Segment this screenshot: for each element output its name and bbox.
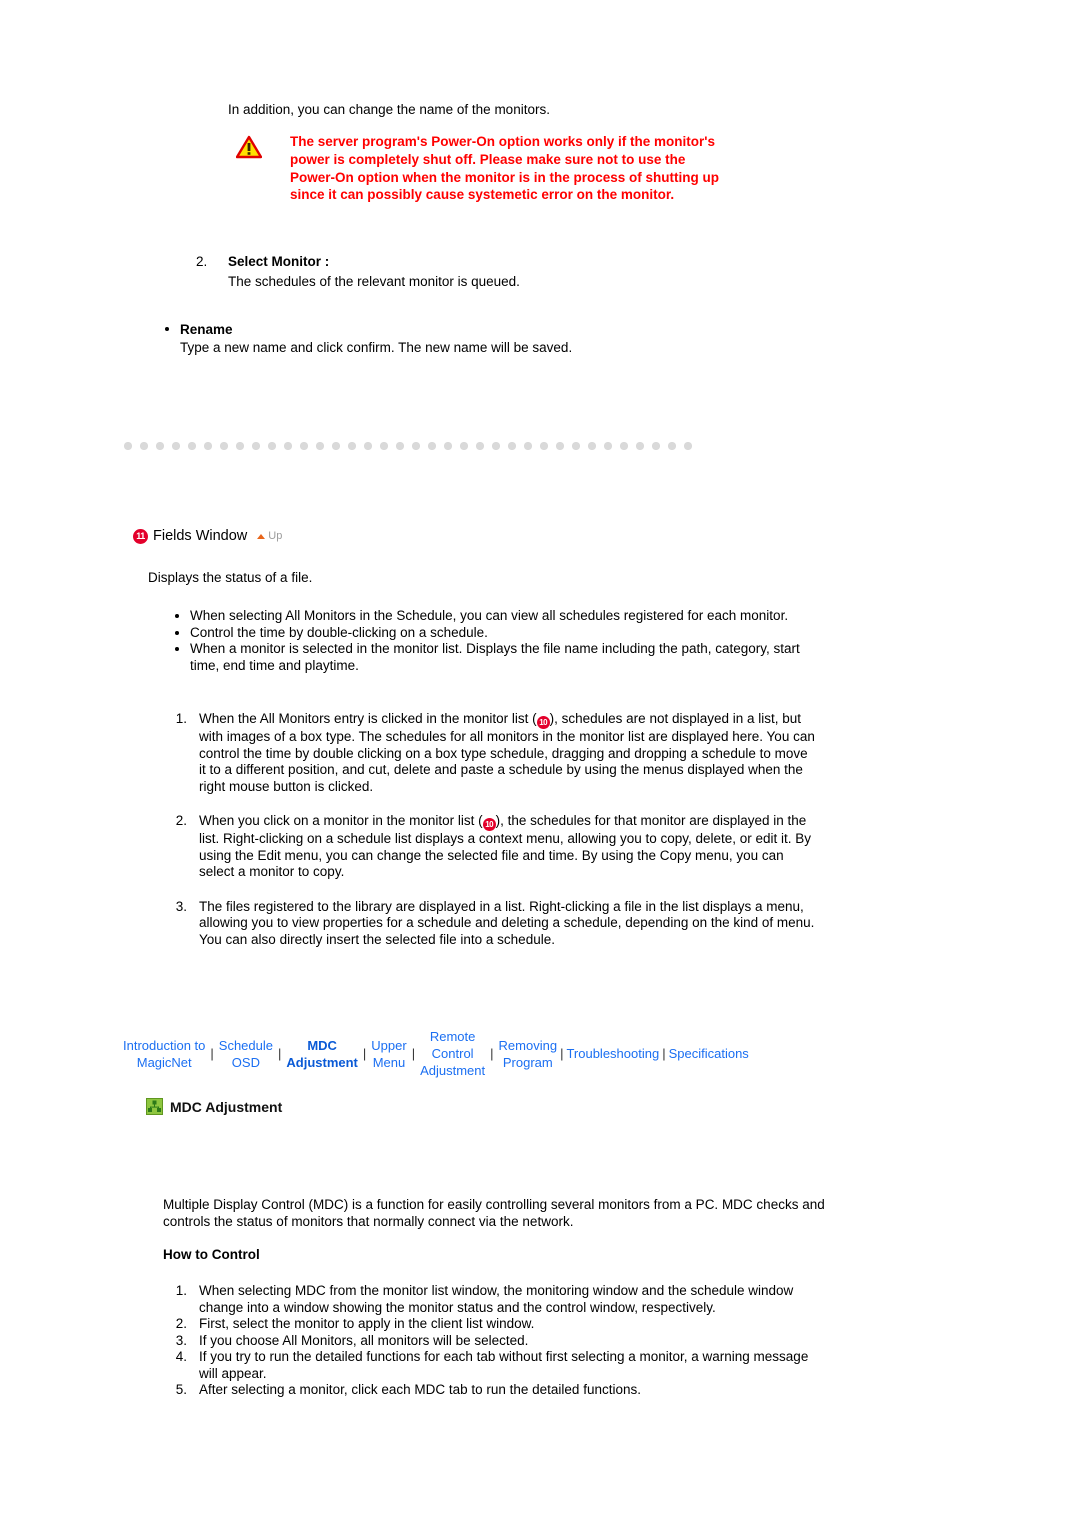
fields-window-heading: 11 Fields Window Up [133, 528, 282, 544]
list-item: 5. After selecting a monitor, click each… [165, 1382, 825, 1399]
list-item: 3. If you choose All Monitors, all monit… [165, 1333, 825, 1350]
nav-link-troubleshooting[interactable]: Troubleshooting [563, 1045, 662, 1062]
mdc-adjustment-label: MDC Adjustment [170, 1098, 283, 1115]
intro-paragraph: In addition, you can change the name of … [228, 102, 550, 117]
list-item-text: If you try to run the detailed functions… [199, 1349, 809, 1381]
nav-link-specifications[interactable]: Specifications [666, 1045, 752, 1062]
list-item-number: 5. [175, 1382, 187, 1397]
list-item-text: When selecting MDC from the monitor list… [199, 1283, 794, 1315]
up-link[interactable]: Up [257, 530, 282, 542]
nav-link-mdc-adjustment[interactable]: MDC Adjustment [283, 1037, 361, 1071]
list-item-text-before: When the All Monitors entry is clicked i… [199, 711, 537, 726]
how-to-control-title: How to Control [163, 1247, 260, 1262]
fields-window-label: Fields Window [153, 528, 248, 544]
rename-title: Rename [180, 322, 233, 337]
list-item: When a monitor is selected in the monito… [168, 641, 808, 674]
list-item: Control the time by double-clicking on a… [168, 625, 808, 642]
list-item-text: When a monitor is selected in the monito… [190, 641, 800, 673]
list-item-text: If you choose All Monitors, all monitors… [199, 1332, 529, 1348]
nav-separator: | [210, 1046, 214, 1061]
fields-window-bullet-list: When selecting All Monitors in the Sched… [168, 608, 808, 674]
fields-window-numbered-list: 1. When the All Monitors entry is clicke… [165, 711, 815, 966]
list-item: 2. First, select the monitor to apply in… [165, 1316, 825, 1333]
document-page: In addition, you can change the name of … [0, 0, 1080, 1528]
select-monitor-description: The schedules of the relevant monitor is… [228, 274, 520, 289]
warning-callout: The server program's Power-On option wor… [235, 133, 720, 204]
mdc-description-paragraph: Multiple Display Control (MDC) is a func… [163, 1197, 825, 1229]
select-monitor-title: Select Monitor : [228, 254, 330, 269]
up-link-label: Up [268, 530, 283, 542]
list-item: 1. When the All Monitors entry is clicke… [165, 711, 815, 795]
list-item: 3. The files registered to the library a… [165, 899, 815, 949]
up-arrow-icon [257, 533, 266, 539]
nav-separator: | [490, 1046, 494, 1061]
fields-window-intro: Displays the status of a file. [148, 570, 313, 585]
bullet-dot-icon [165, 327, 169, 331]
nav-link-introduction-to-magicnet[interactable]: Introduction to MagicNet [120, 1037, 208, 1071]
list-item-number: 1. [175, 1283, 187, 1298]
nav-separator: | [362, 1046, 367, 1061]
list-item: When selecting All Monitors in the Sched… [168, 608, 808, 625]
list-item-number: 3. [175, 898, 187, 914]
list-item-number: 2. [175, 1316, 187, 1331]
warning-triangle-icon [235, 135, 263, 159]
inline-number-badge: 10 [536, 716, 550, 729]
list-item-number: 3. [175, 1332, 187, 1348]
list-item: 4. If you try to run the detailed functi… [165, 1349, 825, 1382]
inline-number-badge: 10 [482, 818, 496, 831]
nav-separator: | [411, 1046, 416, 1061]
section-number-badge: 11 [133, 528, 148, 544]
list-item-text-before: The files registered to the library are … [199, 898, 815, 947]
list-item-text: First, select the monitor to apply in th… [199, 1316, 535, 1331]
list-item-text: When selecting All Monitors in the Sched… [190, 608, 789, 623]
nav-link-schedule-osd[interactable]: Schedule OSD [216, 1037, 276, 1071]
network-green-icon [146, 1098, 163, 1115]
list-item-number: 1. [175, 711, 187, 726]
rename-description: Type a new name and click confirm. The n… [180, 340, 573, 355]
nav-separator: | [278, 1046, 282, 1061]
how-to-control-steps: 1. When selecting MDC from the monitor l… [165, 1283, 825, 1399]
mdc-adjustment-heading: MDC Adjustment [146, 1098, 282, 1115]
dotted-divider [120, 442, 692, 450]
bullet-dot-icon [175, 647, 179, 651]
bullet-dot-icon [175, 630, 179, 635]
list-item: 1. When selecting MDC from the monitor l… [165, 1283, 825, 1316]
list-item-text-before: When you click on a monitor in the monit… [199, 813, 483, 828]
list-item: 2. When you click on a monitor in the mo… [165, 813, 815, 881]
select-monitor-number: 2. [196, 254, 208, 269]
breadcrumb-navigation: Introduction to MagicNet | Schedule OSD … [120, 1028, 960, 1079]
bullet-dot-icon [175, 614, 179, 618]
list-item-number: 2. [175, 813, 187, 828]
list-item-text: After selecting a monitor, click each MD… [199, 1382, 641, 1397]
list-item-text: Control the time by double-clicking on a… [190, 624, 488, 640]
nav-link-remote-control-adjustment[interactable]: Remote Control Adjustment [417, 1028, 488, 1079]
nav-link-removing-program[interactable]: Removing Program [496, 1037, 561, 1071]
nav-link-upper-menu[interactable]: Upper Menu [368, 1037, 409, 1071]
list-item-number: 4. [175, 1349, 187, 1364]
warning-text: The server program's Power-On option wor… [290, 134, 719, 203]
